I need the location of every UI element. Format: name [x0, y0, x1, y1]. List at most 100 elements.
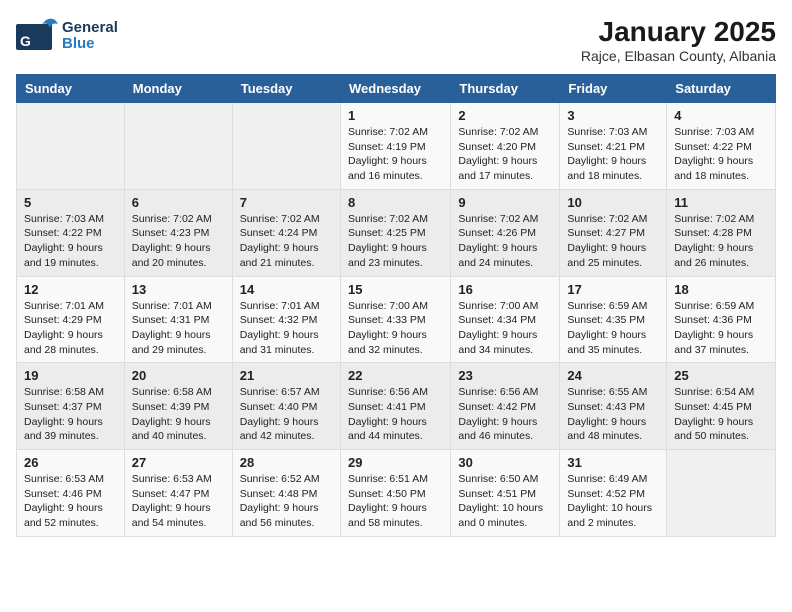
calendar-cell: 12 Sunrise: 7:01 AM Sunset: 4:29 PM Dayli…	[17, 276, 125, 363]
day-info: Sunrise: 7:01 AM Sunset: 4:29 PM Dayligh…	[24, 299, 117, 358]
day-header-tuesday: Tuesday	[232, 75, 340, 103]
day-info: Sunrise: 7:02 AM Sunset: 4:19 PM Dayligh…	[348, 125, 443, 184]
day-info: Sunrise: 6:59 AM Sunset: 4:36 PM Dayligh…	[674, 299, 768, 358]
calendar-cell	[667, 450, 776, 537]
week-row: 1Sunrise: 7:02 AM Sunset: 4:19 PM Daylig…	[17, 103, 776, 190]
day-number: 12	[24, 282, 117, 297]
header-row: SundayMondayTuesdayWednesdayThursdayFrid…	[17, 75, 776, 103]
day-info: Sunrise: 6:54 AM Sunset: 4:45 PM Dayligh…	[674, 385, 768, 444]
day-number: 6	[132, 195, 225, 210]
svg-text:G: G	[20, 33, 31, 49]
calendar-cell: 22 Sunrise: 6:56 AM Sunset: 4:41 PM Dayli…	[340, 363, 450, 450]
day-number: 24	[567, 368, 659, 383]
day-number: 25	[674, 368, 768, 383]
day-info: Sunrise: 7:02 AM Sunset: 4:28 PM Dayligh…	[674, 212, 768, 271]
day-info: Sunrise: 7:03 AM Sunset: 4:22 PM Dayligh…	[674, 125, 768, 184]
day-info: Sunrise: 7:00 AM Sunset: 4:34 PM Dayligh…	[458, 299, 552, 358]
day-info: Sunrise: 6:53 AM Sunset: 4:47 PM Dayligh…	[132, 472, 225, 531]
day-number: 9	[458, 195, 552, 210]
calendar-cell: 18Sunrise: 6:59 AM Sunset: 4:36 PM Dayli…	[667, 276, 776, 363]
day-number: 10	[567, 195, 659, 210]
calendar-cell: 23Sunrise: 6:56 AM Sunset: 4:42 PM Dayli…	[451, 363, 560, 450]
day-info: Sunrise: 7:02 AM Sunset: 4:26 PM Dayligh…	[458, 212, 552, 271]
day-number: 5	[24, 195, 117, 210]
calendar-cell: 16Sunrise: 7:00 AM Sunset: 4:34 PM Dayli…	[451, 276, 560, 363]
calendar-cell: 19 Sunrise: 6:58 AM Sunset: 4:37 PM Dayli…	[17, 363, 125, 450]
day-info: Sunrise: 6:58 AM Sunset: 4:37 PM Dayligh…	[24, 385, 117, 444]
calendar-cell: 24 Sunrise: 6:55 AM Sunset: 4:43 PM Dayli…	[560, 363, 667, 450]
logo-blue: Blue	[62, 36, 118, 53]
day-number: 8	[348, 195, 443, 210]
day-header-wednesday: Wednesday	[340, 75, 450, 103]
day-header-thursday: Thursday	[451, 75, 560, 103]
day-info: Sunrise: 7:03 AM Sunset: 4:21 PM Dayligh…	[567, 125, 659, 184]
day-number: 22	[348, 368, 443, 383]
day-number: 20	[132, 368, 225, 383]
calendar-cell: 15Sunrise: 7:00 AM Sunset: 4:33 PM Dayli…	[340, 276, 450, 363]
day-info: Sunrise: 6:52 AM Sunset: 4:48 PM Dayligh…	[240, 472, 333, 531]
day-header-friday: Friday	[560, 75, 667, 103]
calendar-cell: 29 Sunrise: 6:51 AM Sunset: 4:50 PM Dayli…	[340, 450, 450, 537]
day-info: Sunrise: 7:02 AM Sunset: 4:20 PM Dayligh…	[458, 125, 552, 184]
calendar-cell: 25 Sunrise: 6:54 AM Sunset: 4:45 PM Dayli…	[667, 363, 776, 450]
calendar-cell: 31Sunrise: 6:49 AM Sunset: 4:52 PM Dayli…	[560, 450, 667, 537]
day-number: 13	[132, 282, 225, 297]
week-row: 26 Sunrise: 6:53 AM Sunset: 4:46 PM Dayli…	[17, 450, 776, 537]
calendar-table: SundayMondayTuesdayWednesdayThursdayFrid…	[16, 74, 776, 537]
day-info: Sunrise: 6:59 AM Sunset: 4:35 PM Dayligh…	[567, 299, 659, 358]
day-info: Sunrise: 6:55 AM Sunset: 4:43 PM Dayligh…	[567, 385, 659, 444]
day-number: 28	[240, 455, 333, 470]
calendar-cell: 14Sunrise: 7:01 AM Sunset: 4:32 PM Dayli…	[232, 276, 340, 363]
calendar-cell: 2 Sunrise: 7:02 AM Sunset: 4:20 PM Daylig…	[451, 103, 560, 190]
calendar-cell	[124, 103, 232, 190]
calendar-cell: 27 Sunrise: 6:53 AM Sunset: 4:47 PM Dayli…	[124, 450, 232, 537]
calendar-cell: 11 Sunrise: 7:02 AM Sunset: 4:28 PM Dayli…	[667, 189, 776, 276]
day-info: Sunrise: 7:03 AM Sunset: 4:22 PM Dayligh…	[24, 212, 117, 271]
day-number: 17	[567, 282, 659, 297]
day-info: Sunrise: 6:56 AM Sunset: 4:41 PM Dayligh…	[348, 385, 443, 444]
week-row: 12 Sunrise: 7:01 AM Sunset: 4:29 PM Dayli…	[17, 276, 776, 363]
page-header: G General Blue January 2025 Rajce, Elbas…	[16, 16, 776, 64]
day-info: Sunrise: 7:02 AM Sunset: 4:25 PM Dayligh…	[348, 212, 443, 271]
day-info: Sunrise: 7:01 AM Sunset: 4:31 PM Dayligh…	[132, 299, 225, 358]
calendar-cell: 9 Sunrise: 7:02 AM Sunset: 4:26 PM Daylig…	[451, 189, 560, 276]
day-header-sunday: Sunday	[17, 75, 125, 103]
location-subtitle: Rajce, Elbasan County, Albania	[581, 48, 776, 64]
day-number: 19	[24, 368, 117, 383]
calendar-cell	[17, 103, 125, 190]
day-info: Sunrise: 6:56 AM Sunset: 4:42 PM Dayligh…	[458, 385, 552, 444]
calendar-cell: 13 Sunrise: 7:01 AM Sunset: 4:31 PM Dayli…	[124, 276, 232, 363]
day-number: 4	[674, 108, 768, 123]
day-number: 3	[567, 108, 659, 123]
calendar-header: SundayMondayTuesdayWednesdayThursdayFrid…	[17, 75, 776, 103]
calendar-cell: 3 Sunrise: 7:03 AM Sunset: 4:21 PM Daylig…	[560, 103, 667, 190]
calendar-cell: 28 Sunrise: 6:52 AM Sunset: 4:48 PM Dayli…	[232, 450, 340, 537]
calendar-cell: 21Sunrise: 6:57 AM Sunset: 4:40 PM Dayli…	[232, 363, 340, 450]
day-number: 27	[132, 455, 225, 470]
day-info: Sunrise: 7:02 AM Sunset: 4:27 PM Dayligh…	[567, 212, 659, 271]
day-number: 29	[348, 455, 443, 470]
logo: G General Blue	[16, 16, 118, 56]
calendar-cell: 5 Sunrise: 7:03 AM Sunset: 4:22 PM Daylig…	[17, 189, 125, 276]
week-row: 19 Sunrise: 6:58 AM Sunset: 4:37 PM Dayli…	[17, 363, 776, 450]
day-info: Sunrise: 6:51 AM Sunset: 4:50 PM Dayligh…	[348, 472, 443, 531]
day-info: Sunrise: 6:58 AM Sunset: 4:39 PM Dayligh…	[132, 385, 225, 444]
calendar-cell: 6Sunrise: 7:02 AM Sunset: 4:23 PM Daylig…	[124, 189, 232, 276]
day-header-monday: Monday	[124, 75, 232, 103]
day-number: 26	[24, 455, 117, 470]
calendar-cell: 17 Sunrise: 6:59 AM Sunset: 4:35 PM Dayli…	[560, 276, 667, 363]
day-info: Sunrise: 6:53 AM Sunset: 4:46 PM Dayligh…	[24, 472, 117, 531]
day-number: 15	[348, 282, 443, 297]
calendar-cell: 7Sunrise: 7:02 AM Sunset: 4:24 PM Daylig…	[232, 189, 340, 276]
calendar-body: 1Sunrise: 7:02 AM Sunset: 4:19 PM Daylig…	[17, 103, 776, 537]
day-info: Sunrise: 6:57 AM Sunset: 4:40 PM Dayligh…	[240, 385, 333, 444]
calendar-cell: 10 Sunrise: 7:02 AM Sunset: 4:27 PM Dayli…	[560, 189, 667, 276]
day-info: Sunrise: 7:02 AM Sunset: 4:24 PM Dayligh…	[240, 212, 333, 271]
day-number: 31	[567, 455, 659, 470]
day-info: Sunrise: 6:50 AM Sunset: 4:51 PM Dayligh…	[458, 472, 552, 531]
calendar-cell: 1Sunrise: 7:02 AM Sunset: 4:19 PM Daylig…	[340, 103, 450, 190]
week-row: 5 Sunrise: 7:03 AM Sunset: 4:22 PM Daylig…	[17, 189, 776, 276]
month-title: January 2025	[581, 16, 776, 48]
day-number: 2	[458, 108, 552, 123]
day-number: 11	[674, 195, 768, 210]
